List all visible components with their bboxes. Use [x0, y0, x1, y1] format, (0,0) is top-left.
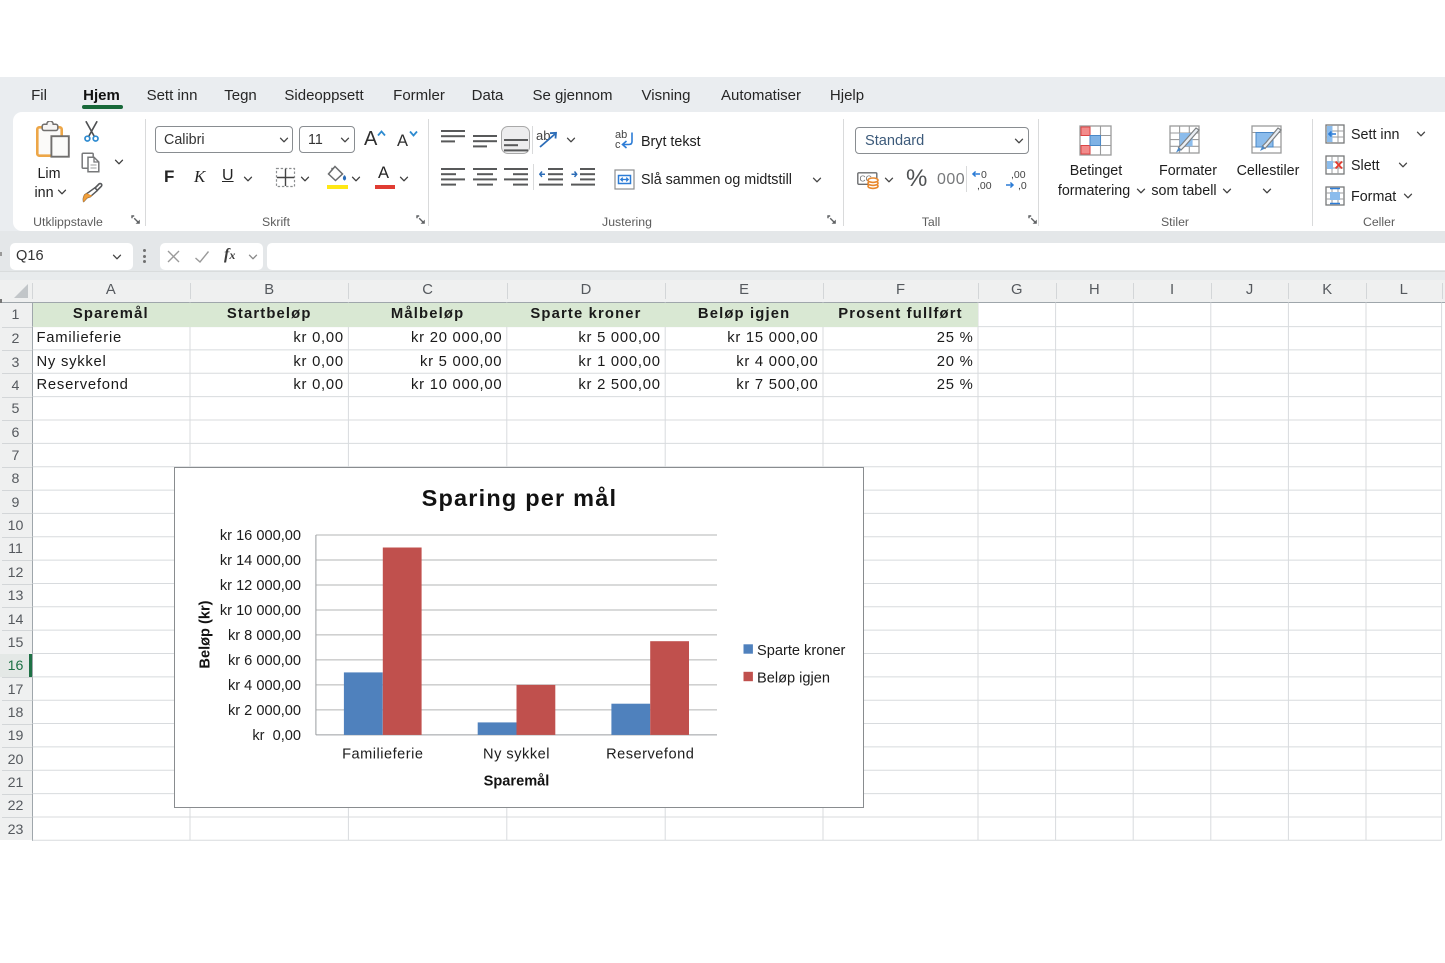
svg-text:Familieferie: Familieferie: [342, 746, 423, 762]
svg-text:kr 10 000,00: kr 10 000,00: [219, 603, 300, 619]
svg-text:,0: ,0: [1018, 180, 1027, 191]
svg-text:kr 6 000,00: kr 6 000,00: [227, 652, 300, 668]
svg-text:kr 14 000,00: kr 14 000,00: [219, 553, 300, 569]
svg-text:Reservefond: Reservefond: [606, 746, 694, 762]
svg-text:kr 2 000,00: kr 2 000,00: [227, 702, 300, 718]
svg-text:Beløp (kr): Beløp (kr): [197, 600, 213, 668]
svg-text:Sparing per mål: Sparing per mål: [421, 485, 617, 511]
svg-text:kr 8 000,00: kr 8 000,00: [227, 627, 300, 643]
svg-text:kr 16 000,00: kr 16 000,00: [219, 528, 300, 544]
svg-text:Ny sykkel: Ny sykkel: [483, 746, 550, 762]
svg-text:c: c: [615, 139, 621, 150]
svg-text:,00: ,00: [977, 180, 992, 191]
svg-text:kr 12 000,00: kr 12 000,00: [219, 578, 300, 594]
svg-text:Beløp igjen: Beløp igjen: [757, 670, 830, 686]
svg-text:Sparemål: Sparemål: [483, 773, 549, 789]
svg-text:kr 0,00: kr 0,00: [252, 727, 301, 743]
svg-text:Sparte kroner: Sparte kroner: [757, 643, 846, 659]
svg-text:kr 4 000,00: kr 4 000,00: [227, 677, 300, 693]
